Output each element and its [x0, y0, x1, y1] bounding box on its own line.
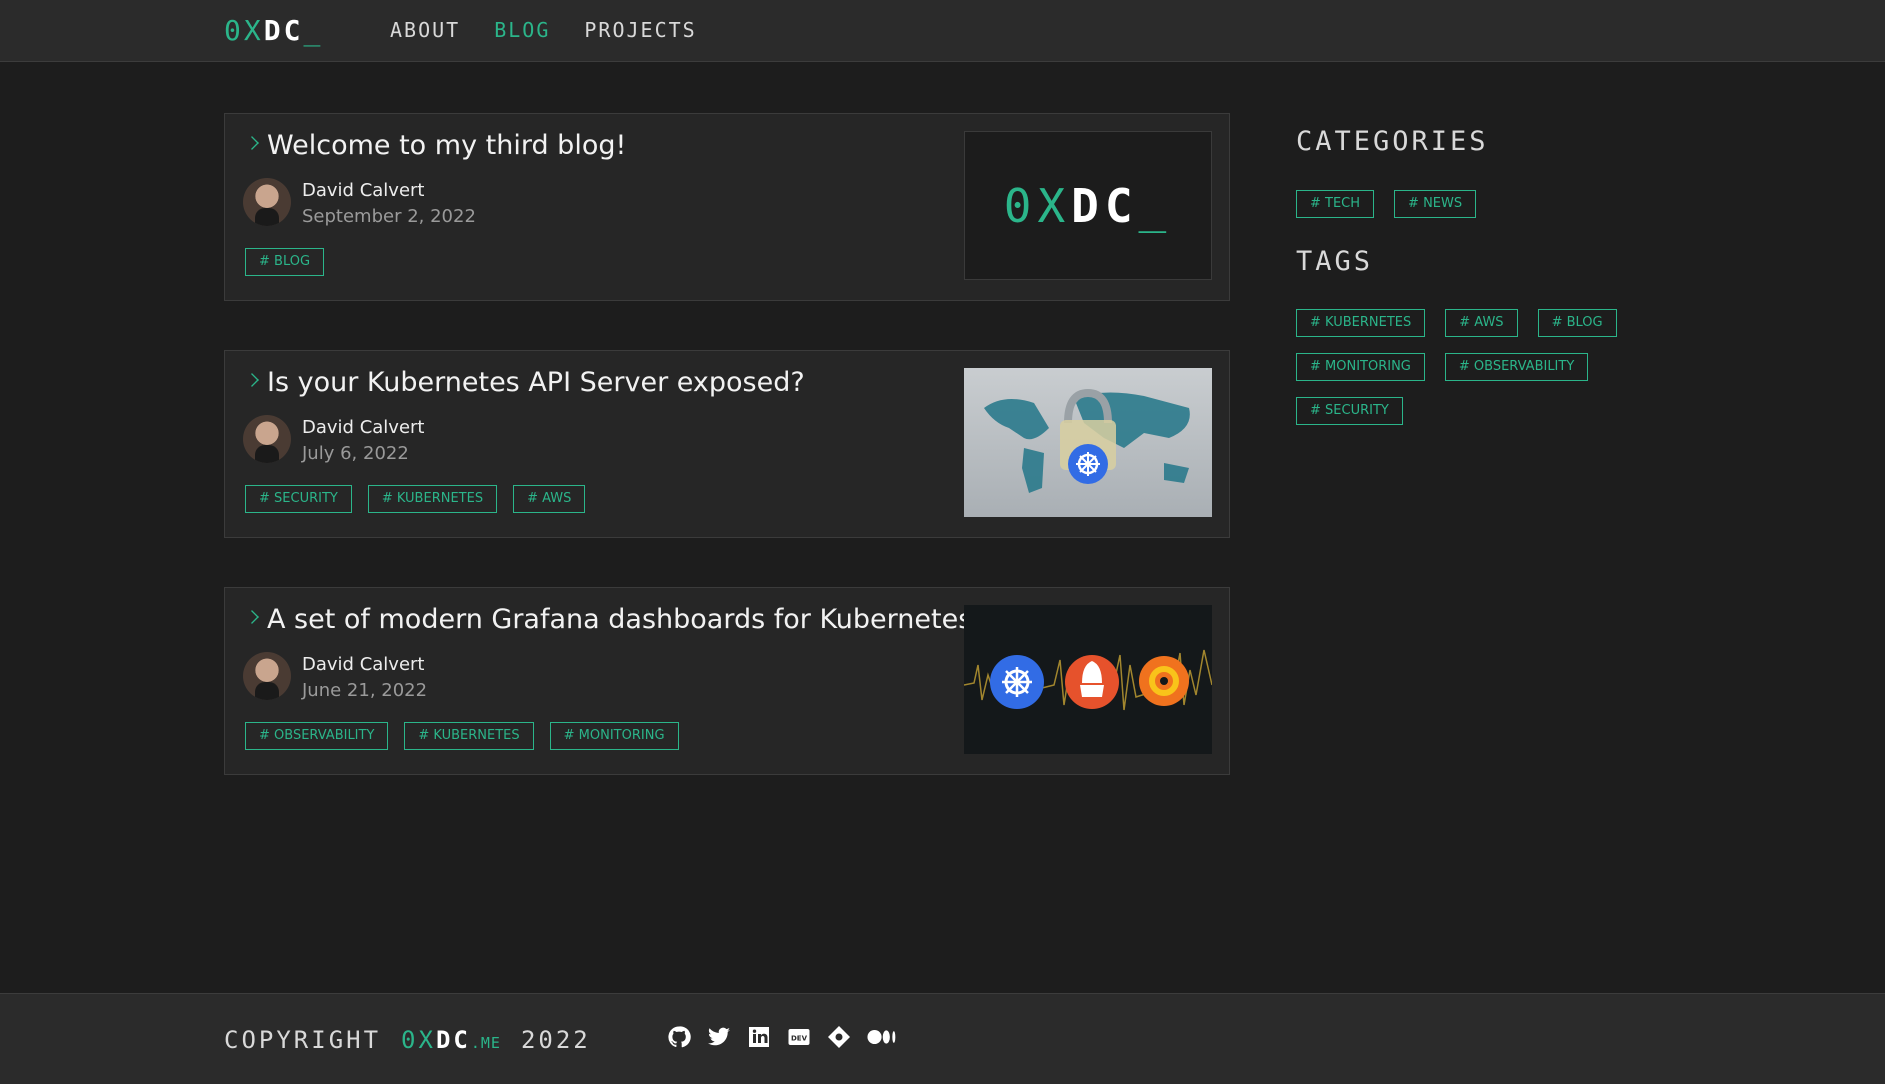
post-title[interactable]: Is your Kubernetes API Server exposed?: [267, 367, 805, 398]
logo-cursor: _: [303, 14, 324, 47]
post-author: David Calvert: [302, 180, 425, 201]
logo-hex: 0X: [224, 14, 264, 47]
post-author: David Calvert: [302, 417, 425, 438]
tag-security[interactable]: # SECURITY: [245, 485, 352, 513]
github-icon[interactable]: [666, 1024, 692, 1050]
categories-list: # TECH # NEWS: [1296, 190, 1636, 218]
codeberg-icon[interactable]: [826, 1024, 852, 1050]
tags-list: # KUBERNETES # AWS # BLOG # MONITORING #…: [1296, 309, 1636, 425]
post-card[interactable]: Welcome to my third blog! David Calvert …: [224, 113, 1230, 301]
post-tags: # BLOG: [245, 248, 325, 276]
sidebar-tag-kubernetes[interactable]: # KUBERNETES: [1296, 309, 1426, 337]
footer-brand-dc: DC: [435, 1026, 471, 1054]
thumb-logo-cursor: _: [1138, 178, 1173, 233]
post-date: June 21, 2022: [302, 680, 428, 701]
post-title[interactable]: Welcome to my third blog!: [267, 130, 626, 161]
logo-dc: DC: [263, 14, 304, 47]
post-tags: # OBSERVABILITY # KUBERNETES # MONITORIN…: [245, 722, 679, 750]
nav-about[interactable]: ABOUT: [390, 18, 460, 42]
footer-brand-hex: 0X: [401, 1026, 436, 1054]
tags-heading: TAGS: [1296, 246, 1374, 277]
avatar: [243, 178, 291, 226]
twitter-icon[interactable]: [706, 1024, 732, 1050]
nav-blog[interactable]: BLOG: [494, 18, 550, 42]
thumb-logo-dc: DC: [1071, 178, 1139, 233]
linkedin-icon[interactable]: [746, 1024, 772, 1050]
site-logo[interactable]: 0X DC _: [224, 14, 323, 48]
chevron-right-icon: [245, 136, 259, 150]
post-author: David Calvert: [302, 654, 425, 675]
tag-kubernetes[interactable]: # KUBERNETES: [367, 485, 498, 513]
dev-icon[interactable]: DEV: [786, 1024, 812, 1050]
copyright-text: COPYRIGHT 0X DC .ME 2022: [224, 1026, 591, 1054]
svg-text:DEV: DEV: [791, 1035, 808, 1043]
tag-aws[interactable]: # AWS: [513, 485, 586, 513]
sidebar-tag-observability[interactable]: # OBSERVABILITY: [1444, 353, 1589, 381]
grafana-kubernetes-image: [964, 649, 1212, 711]
chevron-right-icon: [245, 610, 259, 624]
footer-brand-me: .ME: [470, 1034, 501, 1052]
categories-heading: CATEGORIES: [1296, 126, 1489, 157]
sidebar-tag-aws[interactable]: # AWS: [1445, 309, 1518, 337]
post-date: September 2, 2022: [302, 206, 476, 227]
post-tags: # SECURITY # KUBERNETES # AWS: [245, 485, 586, 513]
post-thumbnail[interactable]: [964, 605, 1212, 754]
medium-icon[interactable]: [866, 1024, 900, 1050]
world-map-lock-image: [984, 388, 1190, 493]
thumb-logo-hex: 0X: [1003, 178, 1072, 233]
tag-observability[interactable]: # OBSERVABILITY: [245, 722, 389, 750]
copyright-year: 2022: [520, 1026, 591, 1054]
category-tech[interactable]: # TECH: [1296, 190, 1375, 218]
post-date: July 6, 2022: [302, 443, 409, 464]
top-navbar: 0X DC _ ABOUT BLOG PROJECTS: [0, 0, 1885, 62]
category-news[interactable]: # NEWS: [1394, 190, 1477, 218]
post-title[interactable]: A set of modern Grafana dashboards for K…: [267, 604, 972, 635]
avatar: [243, 415, 291, 463]
post-card[interactable]: A set of modern Grafana dashboards for K…: [224, 587, 1230, 775]
sidebar-tag-monitoring[interactable]: # MONITORING: [1296, 353, 1425, 381]
nav-projects[interactable]: PROJECTS: [584, 18, 696, 42]
chevron-right-icon: [245, 373, 259, 387]
social-links: DEV: [666, 1024, 900, 1050]
tag-blog[interactable]: # BLOG: [245, 248, 325, 276]
sidebar-tag-security[interactable]: # SECURITY: [1296, 397, 1403, 425]
main-nav: ABOUT BLOG PROJECTS: [390, 18, 697, 42]
sidebar-tag-blog[interactable]: # BLOG: [1537, 309, 1617, 337]
copyright-label: COPYRIGHT: [224, 1026, 382, 1054]
post-card[interactable]: Is your Kubernetes API Server exposed? D…: [224, 350, 1230, 538]
post-thumbnail[interactable]: [964, 368, 1212, 517]
avatar: [243, 652, 291, 700]
tag-monitoring[interactable]: # MONITORING: [549, 722, 679, 750]
post-thumbnail[interactable]: 0X DC _: [964, 131, 1212, 280]
tag-kubernetes[interactable]: # KUBERNETES: [404, 722, 534, 750]
site-footer: COPYRIGHT 0X DC .ME 2022 DEV: [0, 993, 1885, 1084]
